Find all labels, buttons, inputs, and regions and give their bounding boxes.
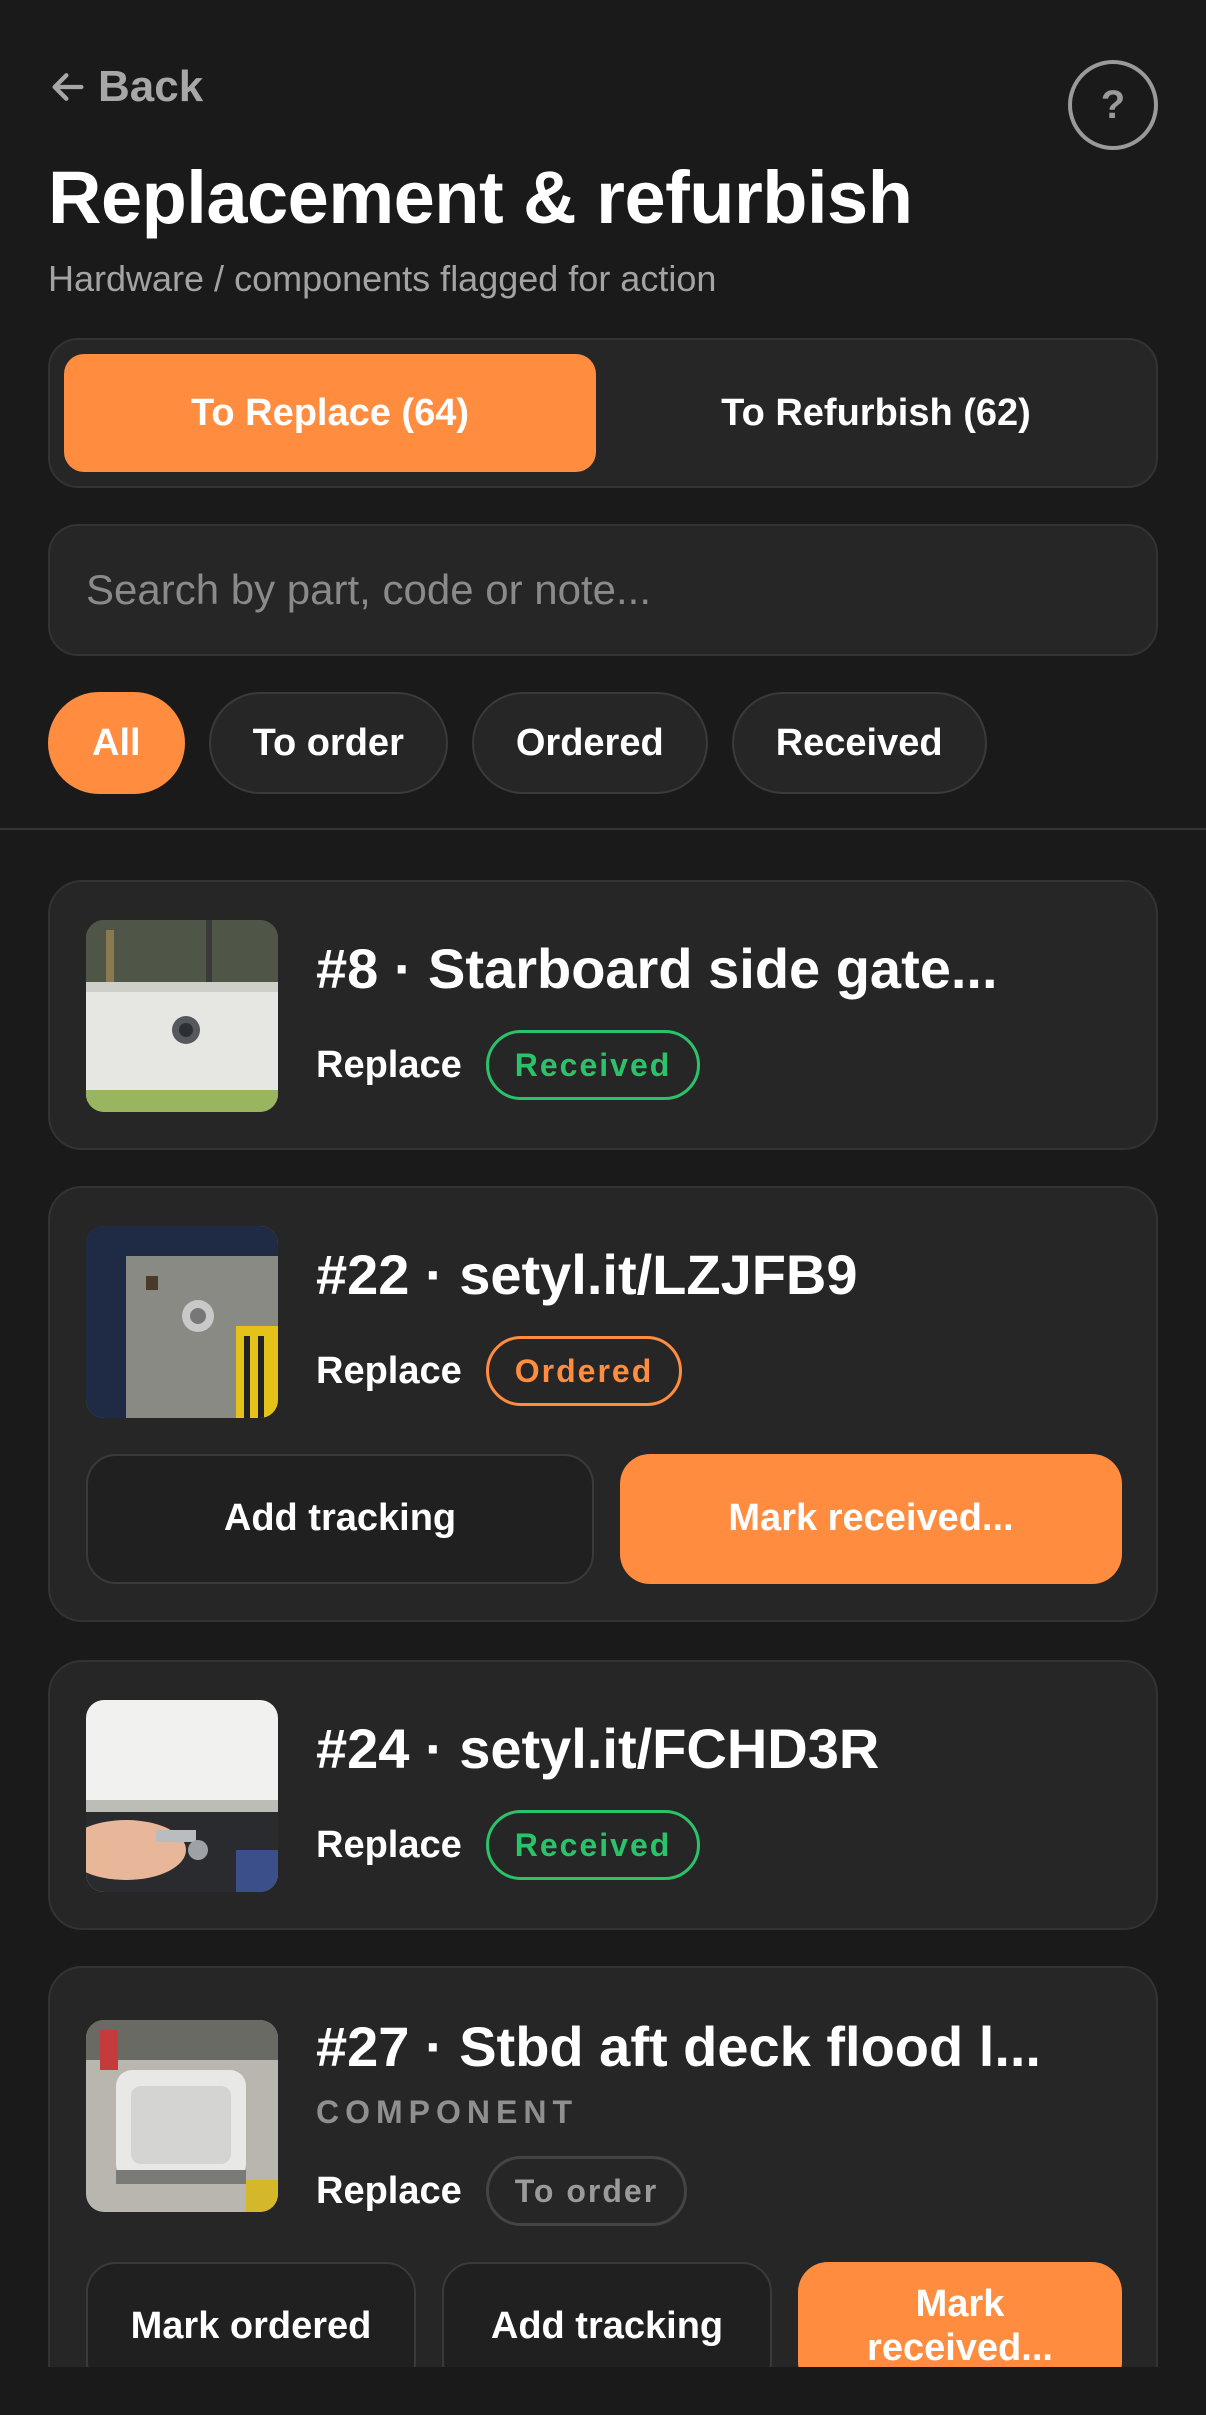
item-photo <box>86 1226 278 1418</box>
item-title: #8 · Starboard side gate... <box>316 937 998 1000</box>
tab-to-refurbish[interactable]: To Refurbish (62) <box>610 354 1142 472</box>
bottom-fade <box>0 2367 1206 2415</box>
status-badge: To order <box>485 2156 688 2226</box>
item-kind: COMPONENT <box>316 2094 578 2130</box>
mark-received-button[interactable]: Mark received... <box>620 1454 1122 1584</box>
item-card[interactable]: #27 · Stbd aft deck flood l... COMPONENT… <box>48 1966 1158 2415</box>
item-title: #22 · setyl.it/LZJFB9 <box>316 1243 858 1306</box>
page-subtitle: Hardware / components flagged for action <box>48 258 717 299</box>
back-label: Back <box>98 62 204 111</box>
item-card[interactable]: #22 · setyl.it/LZJFB9 Replace Ordered Ad… <box>48 1186 1158 1622</box>
status-filters: All To order Ordered Received <box>48 692 987 794</box>
search-input[interactable] <box>86 566 1120 614</box>
page-title: Replacement & refurbish <box>48 156 913 239</box>
filter-received[interactable]: Received <box>731 692 987 794</box>
back-button[interactable]: Back <box>48 62 203 112</box>
item-card[interactable]: #8 · Starboard side gate... Replace Rece… <box>48 880 1158 1150</box>
status-badge: Received <box>485 1030 701 1100</box>
add-tracking-button[interactable]: Add tracking <box>86 1454 594 1584</box>
help-button[interactable]: ? <box>1068 60 1158 150</box>
search-box <box>48 524 1158 656</box>
help-icon: ? <box>1100 82 1126 127</box>
item-action: Replace <box>316 1043 462 1086</box>
tab-to-replace[interactable]: To Replace (64) <box>64 354 596 472</box>
divider <box>0 828 1206 830</box>
arrow-left-icon <box>52 73 84 101</box>
item-title: #24 · setyl.it/FCHD3R <box>316 1717 880 1780</box>
status-badge: Received <box>485 1810 701 1880</box>
item-card[interactable]: #24 · setyl.it/FCHD3R Replace Received <box>48 1660 1158 1930</box>
item-action: Replace <box>316 1823 462 1866</box>
view-toggle: To Replace (64) To Refurbish (62) <box>48 338 1158 488</box>
filter-all[interactable]: All <box>48 692 185 794</box>
filter-to-order[interactable]: To order <box>208 692 448 794</box>
item-photo <box>86 920 278 1112</box>
item-action: Replace <box>316 1349 462 1392</box>
page-header: Back ? Replacement & refurbish Hardware … <box>0 0 1206 830</box>
item-title: #27 · Stbd aft deck flood l... <box>316 2015 1041 2078</box>
item-photo <box>86 2020 278 2212</box>
filter-ordered[interactable]: Ordered <box>471 692 708 794</box>
status-badge: Ordered <box>485 1336 683 1406</box>
item-photo <box>86 1700 278 1892</box>
item-action: Replace <box>316 2169 462 2212</box>
